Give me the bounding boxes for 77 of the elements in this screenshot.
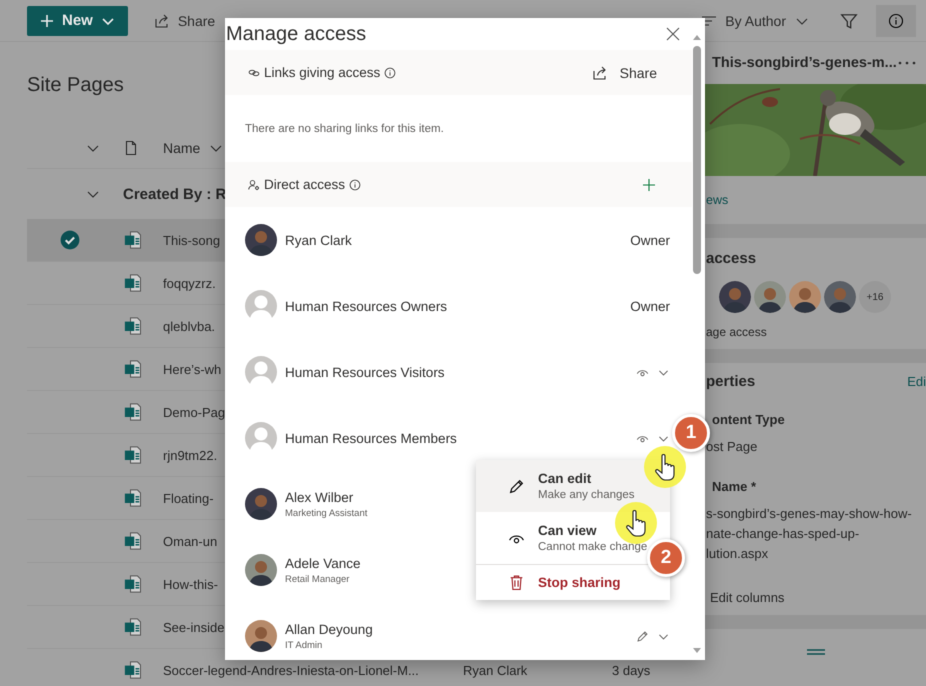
trash-icon [508, 574, 525, 591]
views-link[interactable]: ews [706, 193, 728, 207]
file-name[interactable]: Soccer-legend-Andres-Iniesta-on-Lionel-M... [163, 662, 463, 678]
info-button[interactable] [876, 4, 916, 36]
close-icon[interactable] [665, 26, 681, 42]
page-file-icon [123, 574, 143, 594]
check-circle-icon[interactable] [60, 230, 80, 250]
filter-icon[interactable] [840, 12, 858, 30]
column-header[interactable]: Name [163, 140, 463, 156]
section-title: Links giving access [264, 65, 380, 80]
page-file-icon [123, 488, 143, 508]
page-title: Site Pages [27, 74, 124, 96]
menu-item[interactable]: Can edit Make any changes [476, 460, 670, 512]
pane-title: This-songbird’s-genes-m... [712, 55, 897, 71]
menu-item[interactable]: Stop sharing [476, 564, 670, 600]
field-label: Name * [711, 479, 756, 494]
menu-item-description: Make any changes [538, 489, 635, 501]
field-label: ontent Type [711, 412, 785, 427]
pencil-icon [508, 478, 525, 494]
page-file-icon [123, 445, 143, 465]
share-icon [592, 64, 608, 80]
person-gear-icon [248, 178, 260, 190]
page-file-icon [123, 230, 143, 250]
person-name: Adele Vance [285, 556, 361, 570]
dialog-title: Manage access [226, 22, 366, 46]
section-heading: perties [706, 373, 756, 390]
field-value: ost Page [706, 438, 758, 456]
page-file-icon [123, 316, 143, 336]
drag-handle-icon[interactable] [806, 649, 826, 655]
sort-button[interactable]: By Author [697, 12, 814, 28]
info-icon[interactable] [349, 178, 362, 190]
page-file-icon [123, 617, 143, 637]
pencil-icon[interactable] [636, 630, 649, 642]
page-file-icon [123, 660, 143, 680]
person-title: IT Admin [285, 640, 322, 650]
page-file-icon [123, 273, 143, 293]
plus-icon [39, 12, 55, 28]
empty-message: There are no sharing links for this item. [245, 122, 444, 134]
page-file-icon [123, 531, 143, 551]
more-icon[interactable] [898, 60, 916, 66]
person-name: Ryan Clark [285, 232, 352, 248]
more-count-badge[interactable]: +16 [859, 281, 891, 313]
menu-item-label: Can edit [538, 471, 592, 486]
file-icon [123, 140, 139, 156]
role-label: Owner [630, 232, 670, 248]
person-name: Alex Wilber [285, 490, 354, 504]
menu-item-description: Cannot make change [538, 541, 648, 553]
menu-item-label: Can view [538, 523, 598, 538]
author-cell-text: Ryan Clark [463, 662, 528, 678]
info-icon[interactable] [384, 66, 396, 78]
plus-icon[interactable] [641, 176, 657, 192]
share-icon [154, 12, 170, 28]
edit-link[interactable]: Edi [907, 374, 926, 389]
section-title: Direct access [264, 177, 346, 192]
info-icon [888, 12, 904, 28]
edit-columns-link[interactable]: Edit columns [706, 590, 784, 605]
page-file-icon [123, 359, 143, 379]
manage-access-link[interactable]: age access [706, 325, 926, 339]
person-title: Retail Manager [285, 574, 350, 584]
field-value: s-songbird’s-genes-may-show-how- [706, 505, 912, 523]
person-name: Allan Deyoung [285, 622, 373, 636]
share-button[interactable]: Share [592, 64, 657, 80]
person-title: Marketing Assistant [285, 508, 368, 518]
field-value: lution.aspx [706, 545, 768, 563]
modified-cell-text: 3 days [612, 662, 652, 678]
column-label: Name [163, 140, 200, 156]
page-file-icon [123, 402, 143, 422]
role-label: Owner [630, 298, 670, 314]
hand-cursor-icon [643, 445, 687, 489]
person-name: Human Resources Visitors [285, 364, 445, 380]
person-name: Human Resources Members [285, 430, 457, 446]
new-button[interactable]: New [27, 6, 128, 36]
share-button[interactable]: Share [150, 12, 220, 28]
menu-item-label: Stop sharing [538, 575, 621, 590]
person-name: Human Resources Owners [285, 298, 448, 314]
section-heading: access [706, 250, 758, 267]
field-value: nate-change-has-sped-up- [706, 525, 860, 543]
